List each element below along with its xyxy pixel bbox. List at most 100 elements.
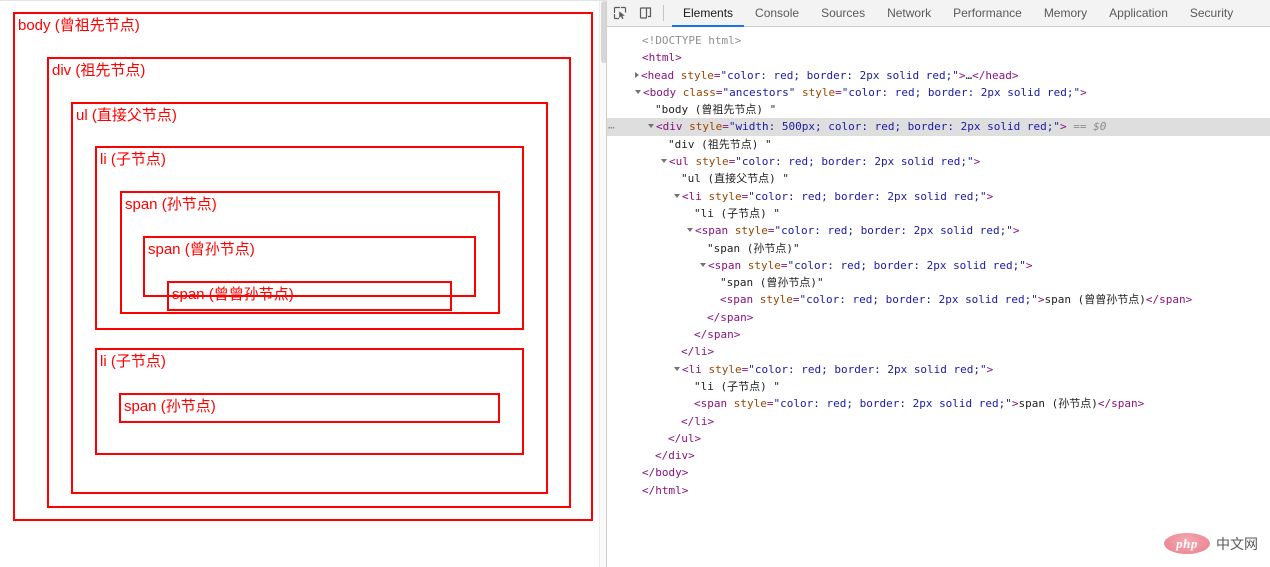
dom-token-punct: > [707, 345, 715, 359]
dom-tree-row[interactable]: "div (祖先节点) " [607, 136, 1270, 153]
chevron-down-icon[interactable] [687, 228, 693, 233]
node-box-div: div (祖先节点) ul (直接父节点) li (子节点) span (孙节点… [47, 56, 571, 508]
dom-token-punct: > [958, 68, 966, 82]
dom-token-attrname: style [801, 85, 836, 99]
dom-token-tag: html [655, 483, 682, 497]
device-toolbar-icon[interactable] [633, 0, 659, 26]
tab-network[interactable]: Network [876, 0, 942, 26]
node-label-span-grandchild-first: span (孙节点) [125, 196, 217, 213]
dom-tree-row[interactable]: <span style="color: red; border: 2px sol… [607, 257, 1270, 274]
dom-tree-row[interactable]: </span> [607, 326, 1270, 343]
dom-token-txt: "li (子节点) " [694, 379, 780, 393]
dom-token-txt [795, 86, 802, 99]
dom-tree-row[interactable]: <head style="color: red; border: 2px sol… [607, 67, 1270, 84]
dom-token-attrname: style [680, 68, 714, 82]
more-options-icon[interactable]: ⋯ [608, 119, 615, 136]
node-box-span-grandchild-first: span (孙节点) span (曾孙节点) span (曾曾孙节点) [120, 191, 500, 314]
dom-token-txt: "div (祖先节点) " [668, 137, 772, 151]
dom-token-attrname: style [734, 224, 768, 238]
tab-elements[interactable]: Elements [672, 0, 745, 27]
dom-tree-row[interactable]: </html> [607, 482, 1270, 499]
tab-memory[interactable]: Memory [1033, 0, 1098, 26]
dom-tree-row[interactable]: <body class="ancestors" style="color: re… [607, 84, 1270, 101]
node-box-span-grandchild-second: span (孙节点) [119, 393, 500, 423]
watermark: php 中文网 [1164, 533, 1258, 554]
dom-tree-row[interactable]: "body (曾祖先节点) " [607, 101, 1270, 118]
dom-token-tag: span [1111, 397, 1138, 411]
dom-token-punct: > [1025, 258, 1033, 272]
dom-tree-row[interactable]: <!DOCTYPE html> [607, 32, 1270, 49]
dom-token-punct: > [681, 466, 689, 480]
dom-tree-row[interactable]: </body> [607, 464, 1270, 481]
dom-tree-row[interactable]: "span (孙节点)" [607, 240, 1270, 257]
dom-token-punct: < [720, 293, 727, 307]
devtools-tab-bar: Elements Console Sources Network Performance… [672, 0, 1244, 27]
dom-tree-row[interactable]: <span style="color: red; border: 2px sol… [607, 395, 1270, 412]
node-label-ul: ul (直接父节点) [76, 106, 177, 124]
dom-token-punct: > [1185, 293, 1193, 307]
dom-token-attrval: "color: red; border: 2px solid red;" [735, 155, 974, 169]
dom-token-tag: span [720, 310, 747, 324]
chevron-down-icon[interactable] [674, 193, 680, 198]
dom-tree-row[interactable]: </li> [607, 343, 1270, 360]
dom-token-attrval: "color: red; border: 2px solid red;" [841, 85, 1081, 99]
dom-token-punct: = [767, 224, 775, 238]
node-label-li-first: li (子节点) [100, 151, 166, 169]
dom-tree-row[interactable]: ⋯ <div style="width: 500px; color: red; b… [607, 118, 1270, 136]
dom-token-attrval: "color: red; border: 2px solid red;" [773, 397, 1012, 411]
dom-tree-row[interactable]: <span style="color: red; border: 2px sol… [607, 291, 1270, 308]
dom-tree-row[interactable]: </ul> [607, 430, 1270, 447]
dom-tree-row[interactable]: </li> [607, 413, 1270, 430]
chevron-down-icon[interactable] [648, 124, 654, 129]
node-label-span-great-great-grandchild: span (曾曾孙节点) [172, 285, 294, 303]
dom-tree-view[interactable]: <!DOCTYPE html> <html> <head style="color:… [607, 27, 1270, 567]
dom-token-tag: head [647, 68, 675, 82]
dom-token-punct: </ [642, 483, 656, 497]
chevron-down-icon[interactable] [635, 89, 641, 94]
dom-tree-row[interactable]: <li style="color: red; border: 2px solid… [607, 188, 1270, 205]
dom-token-punct: </ [655, 449, 669, 463]
dom-token-punct: < [656, 120, 663, 134]
dom-token-punct: < [642, 51, 649, 65]
dom-tree-row[interactable]: "li (子节点) " [607, 205, 1270, 222]
devtools-toolbar: Elements Console Sources Network Performance… [607, 0, 1270, 27]
dom-tree-row[interactable]: <span style="color: red; border: 2px sol… [607, 222, 1270, 239]
watermark-site-name: 中文网 [1216, 535, 1258, 552]
chevron-down-icon[interactable] [700, 262, 706, 267]
dom-token-tag: span [714, 258, 742, 272]
node-box-span-great-great-grandchild: span (曾曾孙节点) [167, 280, 452, 311]
dom-tree-row[interactable]: "span (曾孙节点)" [607, 274, 1270, 291]
dom-token-txt: "span (孙节点)" [707, 241, 800, 255]
dom-token-tag: li [694, 414, 708, 428]
dom-token-punct: > [973, 155, 981, 169]
chevron-down-icon[interactable] [674, 366, 680, 371]
dom-tree-row[interactable]: "ul (直接父节点) " [607, 170, 1270, 187]
dom-token-punct: </ [681, 414, 695, 428]
dom-tree-row[interactable]: <li style="color: red; border: 2px solid… [607, 361, 1270, 378]
chevron-down-icon[interactable] [661, 159, 667, 164]
dom-token-attrval: "ancestors" [722, 85, 796, 99]
dom-token-txt [753, 293, 760, 306]
node-label-span-grandchild-second: span (孙节点) [124, 398, 216, 415]
dom-tree-row[interactable]: <html> [607, 49, 1270, 66]
dom-tree-row[interactable]: </div> [607, 447, 1270, 464]
dom-token-punct: = [722, 120, 729, 134]
tab-application[interactable]: Application [1098, 0, 1179, 26]
dom-tree-row[interactable]: <ul style="color: red; border: 2px solid… [607, 153, 1270, 170]
dom-token-punct: > [746, 310, 754, 324]
node-box-span-great-grandchild: span (曾孙节点) span (曾曾孙节点) [143, 235, 476, 311]
tab-console[interactable]: Console [744, 0, 810, 26]
chevron-right-icon[interactable] [635, 71, 639, 78]
tab-security[interactable]: Security [1179, 0, 1244, 26]
dom-tree-row[interactable]: "li (子节点) " [607, 378, 1270, 395]
dom-tree-row[interactable]: </span> [607, 309, 1270, 326]
inspect-element-icon[interactable] [607, 0, 633, 26]
dom-token-attrname: style [708, 362, 742, 376]
dom-token-punct: = [792, 293, 800, 307]
dom-token-txt [702, 190, 709, 203]
dom-token-tag: li [688, 189, 702, 203]
dom-token-tag: span [707, 328, 734, 342]
tab-sources[interactable]: Sources [810, 0, 876, 26]
node-box-ul: ul (直接父节点) li (子节点) span (孙节点) span (曾孙节… [71, 101, 548, 494]
tab-performance[interactable]: Performance [942, 0, 1033, 26]
